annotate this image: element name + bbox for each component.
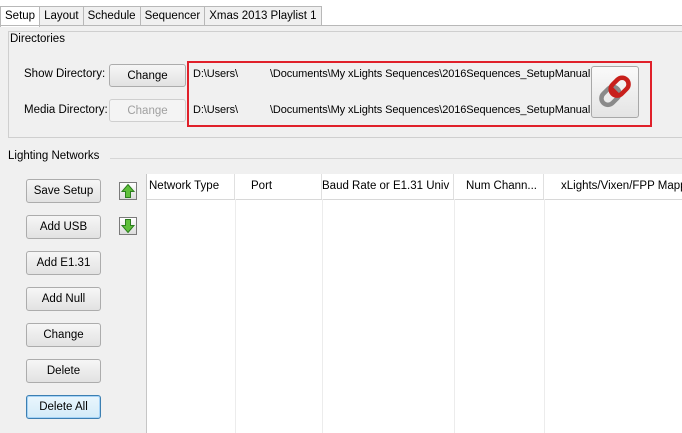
save-setup-button[interactable]: Save Setup xyxy=(26,179,101,203)
column-baud-rate[interactable]: Baud Rate or E1.31 Univ xyxy=(322,174,454,199)
tab-playlist[interactable]: Xmas 2013 Playlist 1 xyxy=(205,6,322,26)
change-show-directory-button[interactable]: Change xyxy=(109,64,186,87)
chain-link-icon xyxy=(599,75,631,108)
tab-schedule[interactable]: Schedule xyxy=(83,6,141,26)
change-network-button[interactable]: Change xyxy=(26,323,101,347)
add-usb-button[interactable]: Add USB xyxy=(26,215,101,239)
add-e131-button[interactable]: Add E1.31 xyxy=(26,251,101,275)
delete-network-button[interactable]: Delete xyxy=(26,359,101,383)
highlight-box xyxy=(187,61,652,127)
change-media-directory-button: Change xyxy=(109,99,186,122)
media-directory-label: Media Directory: xyxy=(24,104,108,116)
move-network-down-button[interactable] xyxy=(119,217,137,235)
tab-divider xyxy=(0,25,682,26)
tab-setup[interactable]: Setup xyxy=(0,6,41,27)
move-network-up-button[interactable] xyxy=(119,182,137,200)
column-mapping[interactable]: xLights/Vixen/FPP Mapping xyxy=(544,174,682,199)
tab-bar: Setup Layout Schedule Sequencer Xmas 201… xyxy=(0,0,682,27)
tab-layout[interactable]: Layout xyxy=(40,6,84,26)
column-port[interactable]: Port xyxy=(235,174,322,199)
arrow-down-icon xyxy=(120,219,136,234)
delete-all-button[interactable]: Delete All xyxy=(26,395,101,419)
column-network-type[interactable]: Network Type xyxy=(147,174,235,199)
network-grid[interactable]: Network Type Port Baud Rate or E1.31 Uni… xyxy=(146,174,682,433)
column-separator xyxy=(235,199,236,433)
directories-title: Directories xyxy=(10,33,65,45)
lighting-networks-title: Lighting Networks xyxy=(8,150,100,162)
column-separator xyxy=(544,199,545,433)
link-directories-button[interactable] xyxy=(591,66,639,118)
tab-sequencer[interactable]: Sequencer xyxy=(140,6,206,26)
network-grid-header: Network Type Port Baud Rate or E1.31 Uni… xyxy=(147,174,682,200)
add-null-button[interactable]: Add Null xyxy=(26,287,101,311)
column-separator xyxy=(322,199,323,433)
app-window: Setup Layout Schedule Sequencer Xmas 201… xyxy=(0,0,682,433)
lighting-networks-divider xyxy=(110,158,682,159)
column-separator xyxy=(454,199,455,433)
show-directory-label: Show Directory: xyxy=(24,68,106,80)
arrow-up-icon xyxy=(120,183,136,198)
column-num-channels[interactable]: Num Chann... xyxy=(454,174,544,199)
